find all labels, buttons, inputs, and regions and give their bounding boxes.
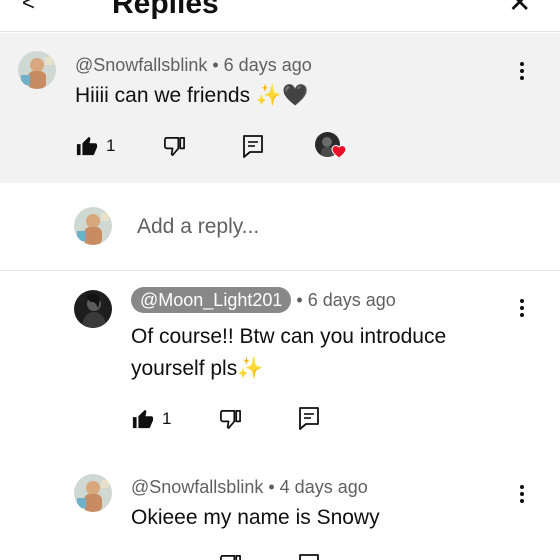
user-avatar — [74, 207, 112, 245]
reply-button[interactable] — [242, 134, 264, 158]
avatar[interactable] — [18, 51, 56, 89]
reply-button[interactable] — [298, 553, 320, 560]
comment-text: Okieee my name is Snowy — [131, 506, 380, 529]
like-count: 1 — [162, 409, 172, 428]
comment-author[interactable]: @Snowfallsblink — [75, 55, 207, 75]
comment-time: 4 days ago — [279, 477, 368, 497]
more-options-icon[interactable] — [512, 59, 532, 83]
comment-meta: @Snowfallsblink • 4 days ago — [131, 477, 368, 498]
comment-time: 6 days ago — [223, 55, 312, 75]
add-reply-area: Add a reply... — [0, 183, 560, 271]
comment-author[interactable]: @Snowfallsblink — [131, 477, 263, 497]
comment-icon — [299, 554, 319, 560]
dislike-button[interactable] — [219, 553, 242, 560]
like-button[interactable]: 1 — [132, 408, 171, 430]
thumbs-down-icon — [164, 137, 185, 156]
replies-header: < Replies ✕ — [0, 0, 560, 32]
arrow-left-icon[interactable]: < — [22, 0, 35, 16]
meta-separator: • — [268, 477, 275, 497]
more-options-icon[interactable] — [512, 296, 532, 320]
meta-separator: • — [212, 55, 219, 75]
close-icon[interactable]: ✕ — [508, 0, 531, 19]
dislike-button[interactable] — [163, 135, 186, 158]
comment-text-line2: yourself pls✨ — [131, 357, 264, 380]
meta-separator: • — [296, 290, 303, 310]
dislike-button[interactable] — [219, 408, 242, 431]
comment-author[interactable]: @Moon_Light201 — [131, 287, 292, 313]
avatar[interactable] — [74, 474, 112, 512]
comment-time: 6 days ago — [307, 290, 396, 310]
parent-comment: @Snowfallsblink • 6 days ago Hiiii can w… — [0, 33, 560, 183]
comment-text: Hiiii can we friends ✨🖤 — [75, 84, 309, 107]
comment-text-line1: Of course!! Btw can you introduce — [131, 325, 447, 348]
comment-icon — [299, 407, 319, 430]
comment-icon — [243, 135, 263, 158]
more-options-icon[interactable] — [512, 482, 532, 506]
avatar[interactable] — [74, 290, 112, 328]
like-button[interactable]: 1 — [76, 135, 115, 157]
page-title: Replies — [112, 0, 219, 20]
reply-input[interactable]: Add a reply... — [137, 215, 259, 239]
reply-button[interactable] — [298, 406, 320, 430]
thumbs-up-icon — [132, 409, 154, 429]
creator-heart — [315, 132, 349, 162]
thumbs-down-icon — [220, 555, 241, 560]
thumbs-down-icon — [220, 410, 241, 429]
heart-icon — [331, 144, 347, 159]
thumbs-up-icon — [76, 136, 98, 156]
comment-meta: @Moon_Light201 • 6 days ago — [131, 287, 396, 313]
like-count: 1 — [106, 136, 116, 155]
comment-meta: @Snowfallsblink • 6 days ago — [75, 55, 312, 76]
